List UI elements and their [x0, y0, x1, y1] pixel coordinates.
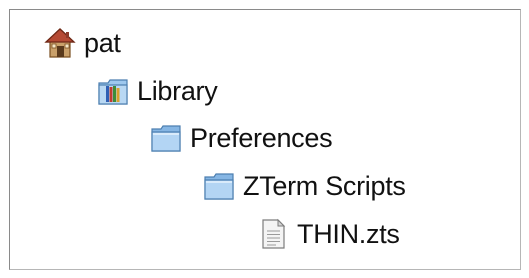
folder-icon: [204, 173, 234, 200]
tree-item-label: ZTerm Scripts: [243, 170, 406, 201]
path-tree: pat Library Preferences ZTerm Scripts TH…: [0, 0, 529, 278]
tree-item-label: THIN.zts: [297, 218, 400, 249]
tree-item-label: pat: [84, 27, 121, 58]
tree-item-label: Library: [137, 75, 218, 106]
tree-item-thin-zts[interactable]: THIN.zts: [257, 215, 400, 253]
tree-item-zterm-scripts[interactable]: ZTerm Scripts: [203, 167, 406, 205]
document-icon: [262, 218, 286, 249]
tree-item-preferences[interactable]: Preferences: [150, 119, 333, 157]
home-icon: [44, 28, 76, 58]
tree-item-library[interactable]: Library: [97, 72, 218, 110]
tree-item-label: Preferences: [190, 122, 333, 153]
path-tree-panel: pat Library Preferences ZTerm Scripts TH…: [0, 0, 529, 278]
library-folder-icon: [98, 79, 128, 105]
folder-icon: [151, 125, 181, 152]
tree-item-pat[interactable]: pat: [44, 24, 121, 62]
